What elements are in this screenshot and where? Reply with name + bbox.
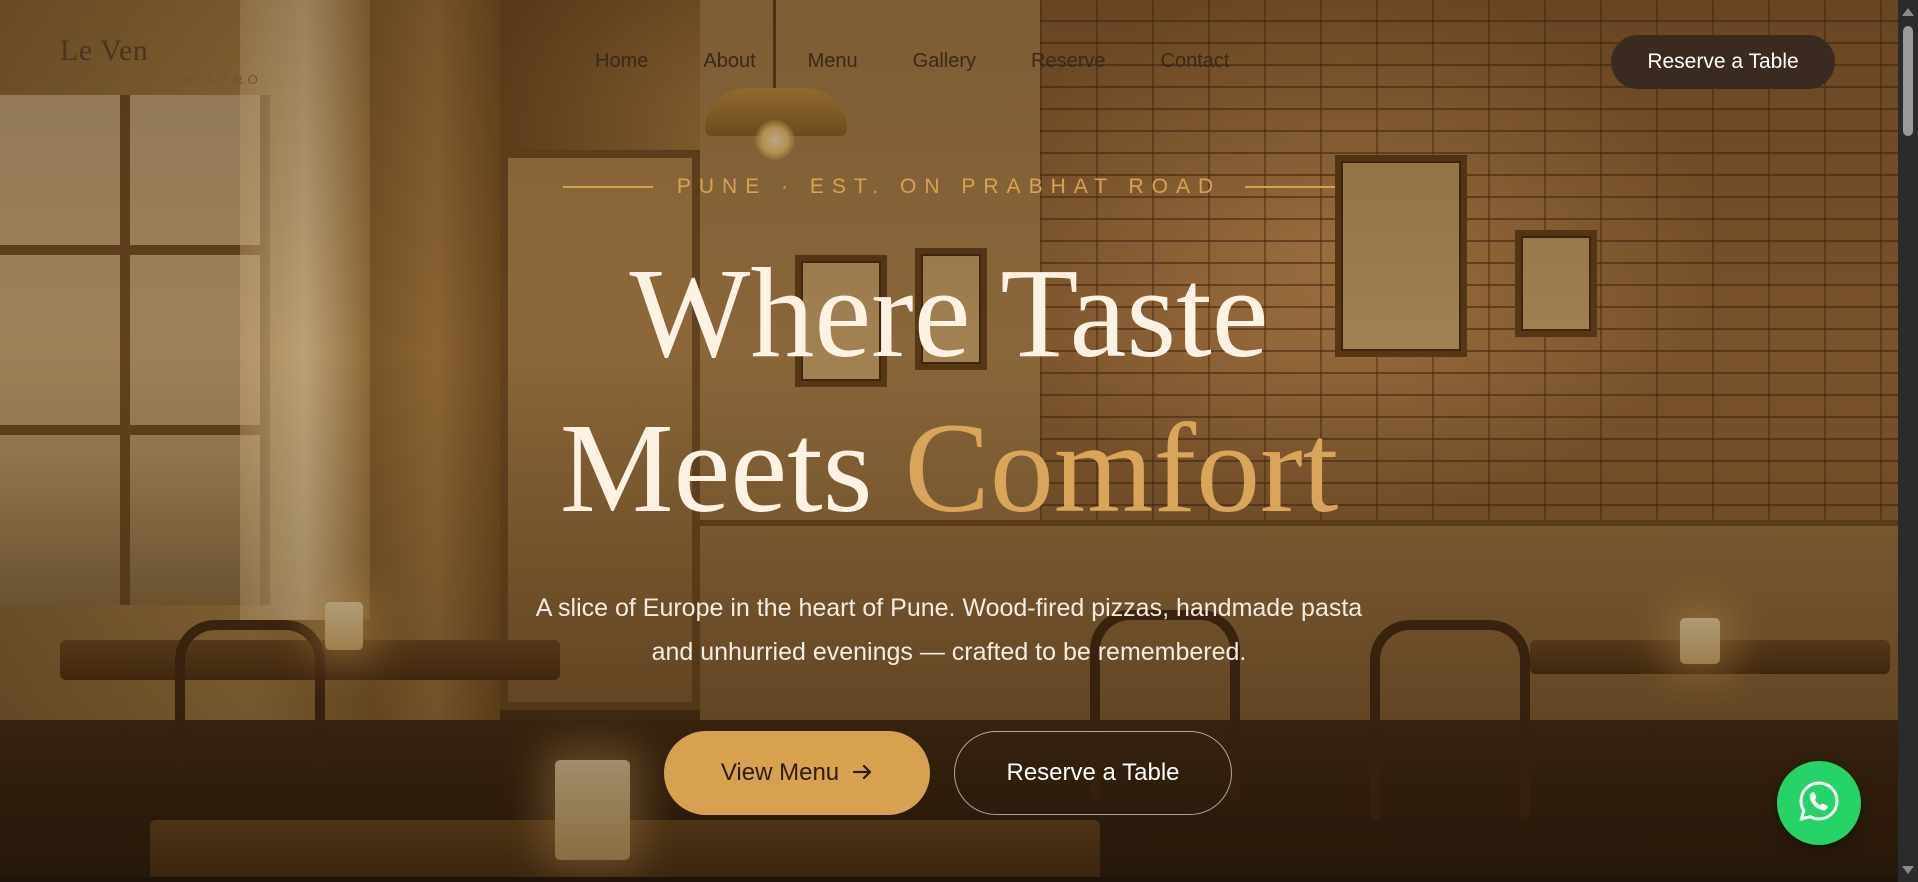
- headline-plain: Meets: [559, 397, 905, 539]
- nav-about[interactable]: About: [703, 49, 755, 73]
- whatsapp-button[interactable]: [1777, 761, 1861, 845]
- nav-contact[interactable]: Contact: [1161, 49, 1230, 73]
- hero-subtitle-line1: A slice of Europe in the heart of Pune. …: [535, 594, 1363, 622]
- hero-eyebrow: PUNE · EST. ON PRABHAT ROAD: [536, 174, 1362, 200]
- view-menu-button[interactable]: View Menu: [664, 731, 930, 815]
- main-nav: Home About Menu Gallery Reserve Contact: [595, 49, 1284, 73]
- nav-home[interactable]: Home: [595, 49, 648, 73]
- view-menu-label: View Menu: [720, 759, 840, 786]
- reserve-table-hero-button[interactable]: Reserve a Table: [954, 731, 1232, 815]
- reserve-table-nav-button[interactable]: Reserve a Table: [1611, 35, 1835, 89]
- hero-headline-line1: Where Taste: [629, 242, 1269, 384]
- hero-subtitle: A slice of Europe in the heart of Pune. …: [0, 586, 1898, 674]
- eyebrow-text: PUNE · EST. ON PRABHAT ROAD: [676, 175, 1222, 198]
- brand-tagline: PIZZERIA · BISTRO: [60, 72, 263, 87]
- scrollbar-thumb[interactable]: [1903, 26, 1913, 136]
- headline-accent: Comfort: [904, 397, 1339, 539]
- hero-subtitle-line2: and unhurried evenings — crafted to be r…: [651, 638, 1247, 666]
- eyebrow-right-rule: [1245, 186, 1336, 188]
- nav-reserve[interactable]: Reserve: [1031, 49, 1105, 73]
- scroll-up-arrow-icon[interactable]: [1902, 8, 1914, 16]
- nav-menu[interactable]: Menu: [808, 49, 858, 73]
- brand-name: Le Ven: [60, 34, 149, 67]
- bottom-edge: [0, 877, 1898, 882]
- hero-headline-line2: Meets Comfort: [0, 398, 1898, 538]
- arrow-right-icon: [853, 760, 873, 786]
- eyebrow-left-rule: [562, 186, 653, 188]
- brand-logo[interactable]: Le Ven PIZZERIA · BISTRO: [60, 34, 263, 87]
- nav-gallery[interactable]: Gallery: [913, 49, 976, 73]
- scroll-down-arrow-icon[interactable]: [1902, 866, 1914, 874]
- whatsapp-icon: [1796, 778, 1842, 829]
- page-scrollbar[interactable]: [1898, 0, 1918, 882]
